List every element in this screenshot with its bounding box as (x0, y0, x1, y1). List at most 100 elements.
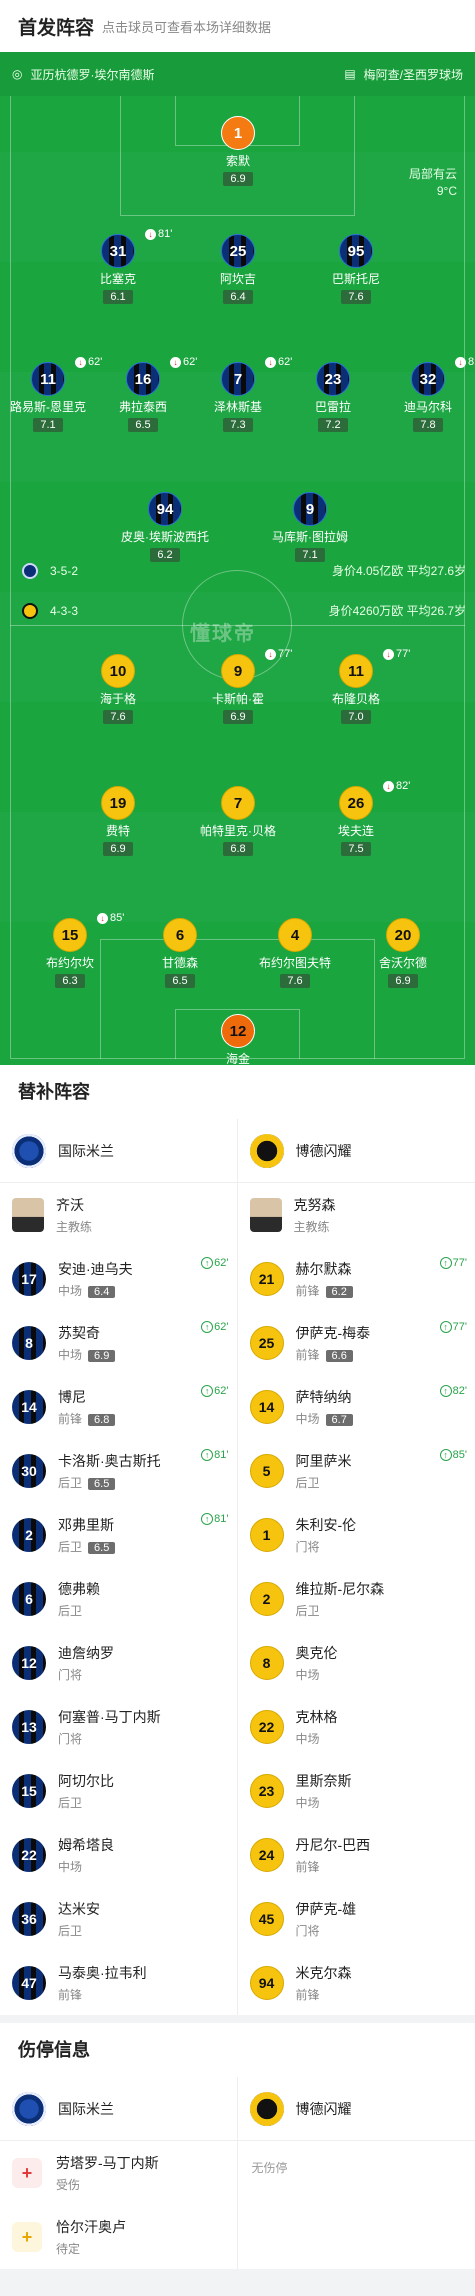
sub-player-row[interactable]: 5 阿里萨米 后卫 ↑ 85' (238, 1439, 475, 1503)
sub-player-row[interactable]: 14 博尼 前锋 6.8 ↑ 62' (0, 1375, 237, 1439)
sub-player-row[interactable]: 24 丹尼尔-巴西 前锋 (238, 1823, 475, 1887)
player-name: 阿切尔比 (58, 1773, 114, 1789)
pitch-player[interactable]: 1 索默 6.9 (183, 116, 293, 187)
pitch-player[interactable]: 31 ↓ 81' 比塞克 6.1 (63, 228, 173, 305)
pitch-player[interactable]: 16 ↓ 62' 弗拉泰西 6.5 (88, 356, 198, 433)
player-position: 前锋 (295, 1860, 320, 1874)
sub-player-row[interactable]: 25 伊萨克-梅泰 前锋 6.6 ↑ 77' (238, 1311, 475, 1375)
pitch-player[interactable]: 7 ↓ 62' 泽林斯基 7.3 (183, 356, 293, 433)
player-name: 海金 (225, 1052, 250, 1065)
player-name: 达米安 (58, 1901, 100, 1917)
player-name: 皮奥·埃斯波西托 (121, 530, 209, 544)
pitch-player[interactable]: 95 巴斯托尼 7.6 (301, 234, 411, 305)
sub-player-row[interactable]: 13 何塞普·马丁内斯 门将 (0, 1695, 237, 1759)
pitch-player[interactable]: 20 舍沃尔德 6.9 (348, 918, 458, 989)
sub-out-icon: ↓ (265, 356, 276, 368)
sub-out-icon: ↓ (145, 228, 156, 240)
pitch-player[interactable]: 9 ↓ 77' 卡斯帕·霍 6.9 (183, 648, 293, 725)
sub-out-marker: ↓81' (145, 228, 172, 240)
sub-player-row[interactable]: 21 赫尔默森 前锋 6.2 ↑ 77' (238, 1247, 475, 1311)
pitch-player[interactable]: 10 海于格 7.6 (63, 654, 173, 725)
sub-out-marker: ↓ 85' (97, 912, 124, 924)
home-team-row[interactable]: 国际米兰 (0, 2077, 237, 2141)
match-info-bar: ◎ 亚历杭德罗·埃尔南德斯 ▤ 梅阿查/圣西罗球场 (0, 52, 475, 96)
jersey-number: 47 (12, 1966, 46, 2000)
pitch-player[interactable]: 25 阿坎吉 6.4 (183, 234, 293, 305)
sub-out-icon: ↓ (455, 356, 466, 368)
away-team-row[interactable]: 博德闪耀 (237, 1119, 475, 1183)
sub-player-row[interactable]: 45 伊萨克-雄 门将 (238, 1887, 475, 1951)
injury-row[interactable]: + 恰尔汗奥卢 待定 (0, 2205, 237, 2269)
away-coach-name: 克努森 (293, 1197, 336, 1213)
sub-player-row[interactable]: 8 苏契奇 中场 6.9 ↑ 62' (0, 1311, 237, 1375)
player-rating: 6.4 (88, 1286, 116, 1298)
pitch-player[interactable]: 23 巴雷拉 7.2 (278, 362, 388, 433)
sub-player-row[interactable]: 8 奥克伦 中场 (238, 1631, 475, 1695)
sub-player-row[interactable]: 1 朱利安-伦 门将 (238, 1503, 475, 1567)
player-position: 门将 (58, 1732, 83, 1746)
sub-player-row[interactable]: 30 卡洛斯·奥古斯托 后卫 6.5 ↑ 81' (0, 1439, 237, 1503)
pitch-player[interactable]: 7 帕特里克·贝格 6.8 (183, 786, 293, 857)
player-position: 前锋 6.8 (58, 1410, 116, 1427)
player-name: 苏契奇 (58, 1325, 100, 1341)
player-name: 克林格 (295, 1709, 338, 1725)
sub-minute: 77' (452, 1321, 467, 1333)
player-position: 后卫 6.5 (58, 1474, 161, 1491)
pitch-player[interactable]: 12海金6.6 (183, 1014, 293, 1065)
jersey-number: 8 (12, 1326, 46, 1360)
player-rating: 6.5 (88, 1542, 116, 1554)
pitch-player[interactable]: 15 ↓ 85' 布约尔坎 6.3 (15, 912, 125, 989)
pitch-player[interactable]: 6 甘德森 6.5 (125, 918, 235, 989)
pitch-player[interactable]: 4 布约尔图夫特 7.6 (240, 918, 350, 989)
player-name: 萨特纳纳 (295, 1389, 352, 1405)
home-coach-row[interactable]: 齐沃 主教练 (0, 1183, 237, 1247)
home-team-row[interactable]: 国际米兰 (0, 1119, 237, 1183)
player-name: 布约尔坎 (45, 956, 94, 970)
sub-player-row[interactable]: 23 里斯奈斯 中场 (238, 1759, 475, 1823)
jersey-number: 95 (339, 234, 373, 268)
player-rating: 7.6 (341, 290, 371, 304)
sub-in-icon: ↑ (201, 1321, 214, 1333)
player-rating: 6.8 (88, 1414, 116, 1426)
sub-player-row[interactable]: 17 安迪·迪乌夫 中场 6.4 ↑ 62' (0, 1247, 237, 1311)
pitch-player[interactable]: 19 费特 6.9 (63, 786, 173, 857)
away-coach-row[interactable]: 克努森 主教练 (238, 1183, 475, 1247)
player-name: 维拉斯-尼尔森 (295, 1581, 385, 1597)
player-position: 后卫 6.5 (58, 1538, 116, 1555)
jersey-number: 14 (12, 1390, 46, 1424)
bodo-logo-icon (249, 1133, 284, 1168)
sub-out-icon: ↓ (383, 648, 394, 660)
sub-player-row[interactable]: 2 邓弗里斯 后卫 6.5 ↑ 81' (0, 1503, 237, 1567)
away-team-row[interactable]: 博德闪耀 (237, 2077, 475, 2141)
jersey-number: 14 (249, 1390, 284, 1424)
sub-player-row[interactable]: 6 德弗赖 后卫 (0, 1567, 237, 1631)
away-formation: 4-3-3 (50, 603, 79, 618)
pitch-player[interactable]: 11 ↓ 77' 布隆贝格 7.0 (301, 648, 411, 725)
coach-label: 主教练 (293, 1220, 330, 1234)
player-name: 安迪·迪乌夫 (58, 1261, 133, 1277)
pitch-player[interactable]: 26 ↓ 82' 埃夫连 7.5 (301, 780, 411, 857)
player-name: 邓弗里斯 (58, 1517, 114, 1533)
sub-player-row[interactable]: 22 姆希塔良 中场 (0, 1823, 237, 1887)
pitch-player[interactable]: 9 马库斯·图拉姆 7.1 (255, 492, 365, 563)
sub-player-row[interactable]: 2 维拉斯-尼尔森 后卫 (238, 1567, 475, 1631)
player-position: 中场 6.4 (58, 1282, 133, 1299)
player-position: 中场 6.9 (58, 1346, 116, 1363)
sub-player-row[interactable]: 14 萨特纳纳 中场 6.7 ↑ 82' (238, 1375, 475, 1439)
jersey-number: 94 (249, 1966, 284, 2000)
sub-player-row[interactable]: 22 克林格 中场 (238, 1695, 475, 1759)
sub-player-row[interactable]: 94 米克尔森 前锋 (238, 1951, 475, 2015)
sub-minute: 77' (452, 1257, 467, 1269)
jersey-number: 2 (249, 1582, 284, 1616)
jersey-number: 10 (101, 654, 135, 688)
sub-player-row[interactable]: 12 迪詹纳罗 门将 (0, 1631, 237, 1695)
sub-player-row[interactable]: 47 马泰奥·拉韦利 前锋 (0, 1951, 237, 2015)
pitch-player[interactable]: 94 皮奥·埃斯波西托 6.2 (110, 492, 220, 563)
player-name: 巴斯托尼 (331, 272, 380, 286)
sub-minute: 77' (396, 648, 411, 660)
injury-row[interactable]: + 劳塔罗-马丁内斯 受伤 (0, 2141, 237, 2205)
player-name: 德弗赖 (58, 1581, 100, 1597)
sub-player-row[interactable]: 36 达米安 后卫 (0, 1887, 237, 1951)
sub-player-row[interactable]: 15 阿切尔比 后卫 (0, 1759, 237, 1823)
pitch-player[interactable]: 32 ↓81' 迪马尔科 7.8 (373, 356, 475, 433)
